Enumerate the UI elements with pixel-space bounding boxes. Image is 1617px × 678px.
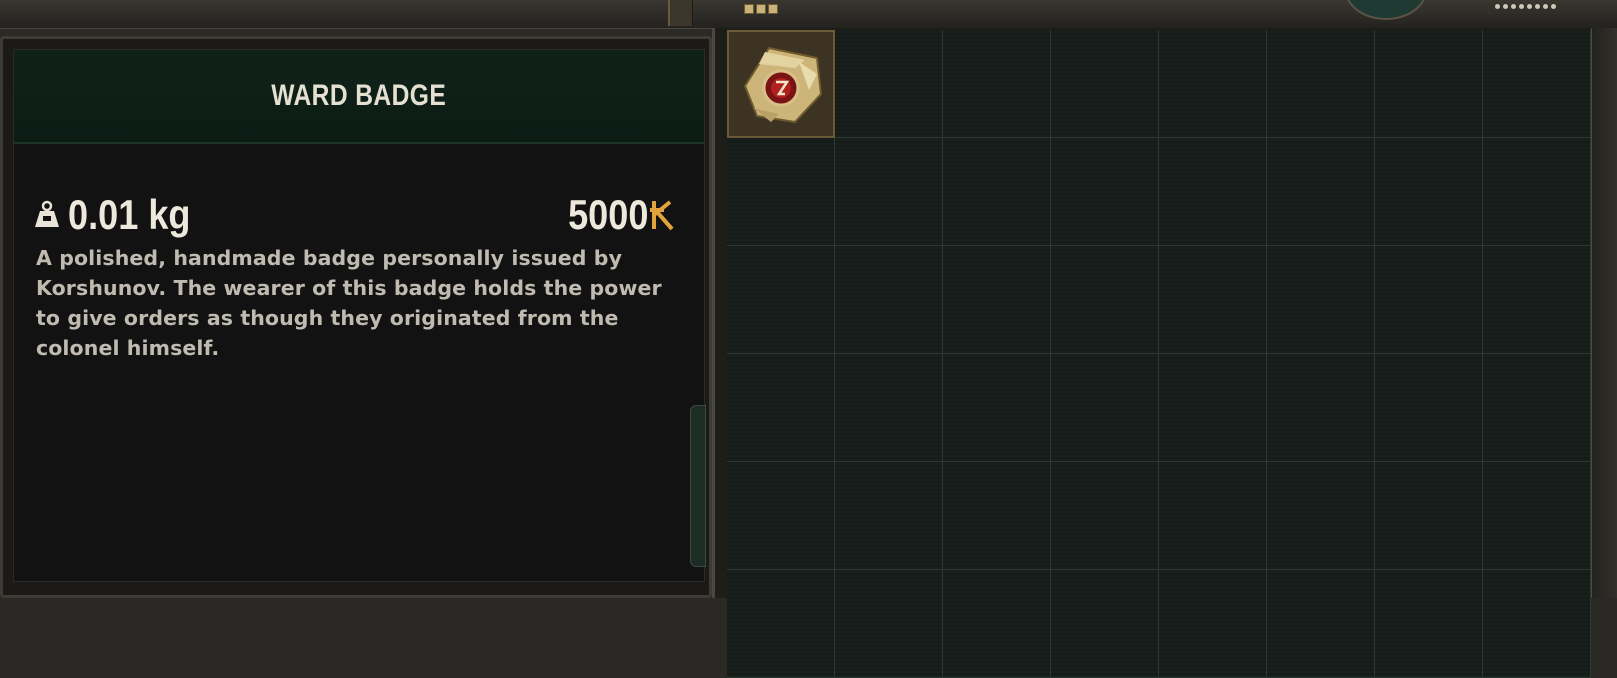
inventory-slot[interactable] xyxy=(727,246,835,354)
item-title: WARD BADGE xyxy=(271,79,447,112)
inventory-slot[interactable] xyxy=(1267,570,1375,678)
price-value: 5000 xyxy=(567,191,648,238)
weight-stat: 0.01 kg xyxy=(34,191,210,239)
ward-badge-icon xyxy=(743,46,823,124)
inventory-slot[interactable] xyxy=(1483,354,1591,462)
inventory-slot[interactable] xyxy=(943,462,1051,570)
inventory-slot[interactable] xyxy=(727,570,835,678)
inventory-slot[interactable] xyxy=(1375,354,1483,462)
inventory-slot-ward-badge[interactable] xyxy=(727,30,835,138)
inventory-slot[interactable] xyxy=(1375,462,1483,570)
inventory-slot[interactable] xyxy=(1051,570,1159,678)
inventory-slot[interactable] xyxy=(1159,570,1267,678)
inventory-slot[interactable] xyxy=(1483,462,1591,570)
inventory-slot[interactable] xyxy=(727,138,835,246)
inventory-slot[interactable] xyxy=(1159,30,1267,138)
item-description: A polished, handmade badge personally is… xyxy=(36,246,662,360)
inventory-slot[interactable] xyxy=(1483,138,1591,246)
inventory-slot[interactable] xyxy=(943,570,1051,678)
inventory-slot[interactable] xyxy=(835,30,943,138)
inventory-slot[interactable] xyxy=(1051,30,1159,138)
inventory-slot[interactable] xyxy=(943,246,1051,354)
inventory-slot[interactable] xyxy=(1375,30,1483,138)
coupon-currency-icon xyxy=(650,200,674,231)
inventory-slot[interactable] xyxy=(727,354,835,462)
item-stats: 0.01 kg 5000 xyxy=(34,190,676,240)
item-info-panel: WARD BADGE 0.01 kg 5000 A polished, hand… xyxy=(0,36,712,598)
inventory-slot[interactable] xyxy=(1159,354,1267,462)
inventory-slot[interactable] xyxy=(1159,246,1267,354)
inventory-slot[interactable] xyxy=(1375,570,1483,678)
inventory-slot[interactable] xyxy=(1159,138,1267,246)
weight-value: 0.01 kg xyxy=(68,191,191,238)
panel-divider xyxy=(668,0,693,26)
inventory-slot[interactable] xyxy=(835,354,943,462)
inventory-slot[interactable] xyxy=(943,138,1051,246)
inventory-slot[interactable] xyxy=(1375,246,1483,354)
item-info-inner: WARD BADGE 0.01 kg 5000 A polished, hand… xyxy=(13,49,705,582)
inventory-slot[interactable] xyxy=(1051,138,1159,246)
inventory-slot[interactable] xyxy=(1483,246,1591,354)
inventory-slot[interactable] xyxy=(1267,30,1375,138)
inventory-slot[interactable] xyxy=(1267,246,1375,354)
page-indicator-icon[interactable] xyxy=(744,4,778,14)
inventory-slot[interactable] xyxy=(835,246,943,354)
inventory-slot[interactable] xyxy=(1159,462,1267,570)
inventory-slot[interactable] xyxy=(835,570,943,678)
inventory-slot[interactable] xyxy=(1267,462,1375,570)
inventory-scroll-edge[interactable] xyxy=(1591,28,1617,598)
price-stat: 5000 xyxy=(555,191,676,239)
inventory-slot[interactable] xyxy=(1051,246,1159,354)
inventory-slot[interactable] xyxy=(835,138,943,246)
inventory-slot[interactable] xyxy=(1051,462,1159,570)
inventory-slot[interactable] xyxy=(1375,138,1483,246)
inventory-slot[interactable] xyxy=(1267,138,1375,246)
inventory-slot[interactable] xyxy=(943,354,1051,462)
inventory-slot[interactable] xyxy=(943,30,1051,138)
inventory-slot[interactable] xyxy=(835,462,943,570)
inventory-slot[interactable] xyxy=(727,462,835,570)
inventory-slot[interactable] xyxy=(1483,30,1591,138)
inventory-slot[interactable] xyxy=(1051,354,1159,462)
inventory-grid xyxy=(727,30,1591,678)
weight-icon xyxy=(35,200,59,227)
inventory-slot[interactable] xyxy=(1267,354,1375,462)
panel-grip[interactable] xyxy=(690,405,706,567)
dots-indicator-icon xyxy=(1495,4,1556,9)
item-header: WARD BADGE xyxy=(14,50,704,144)
inventory-slot[interactable] xyxy=(1483,570,1591,678)
